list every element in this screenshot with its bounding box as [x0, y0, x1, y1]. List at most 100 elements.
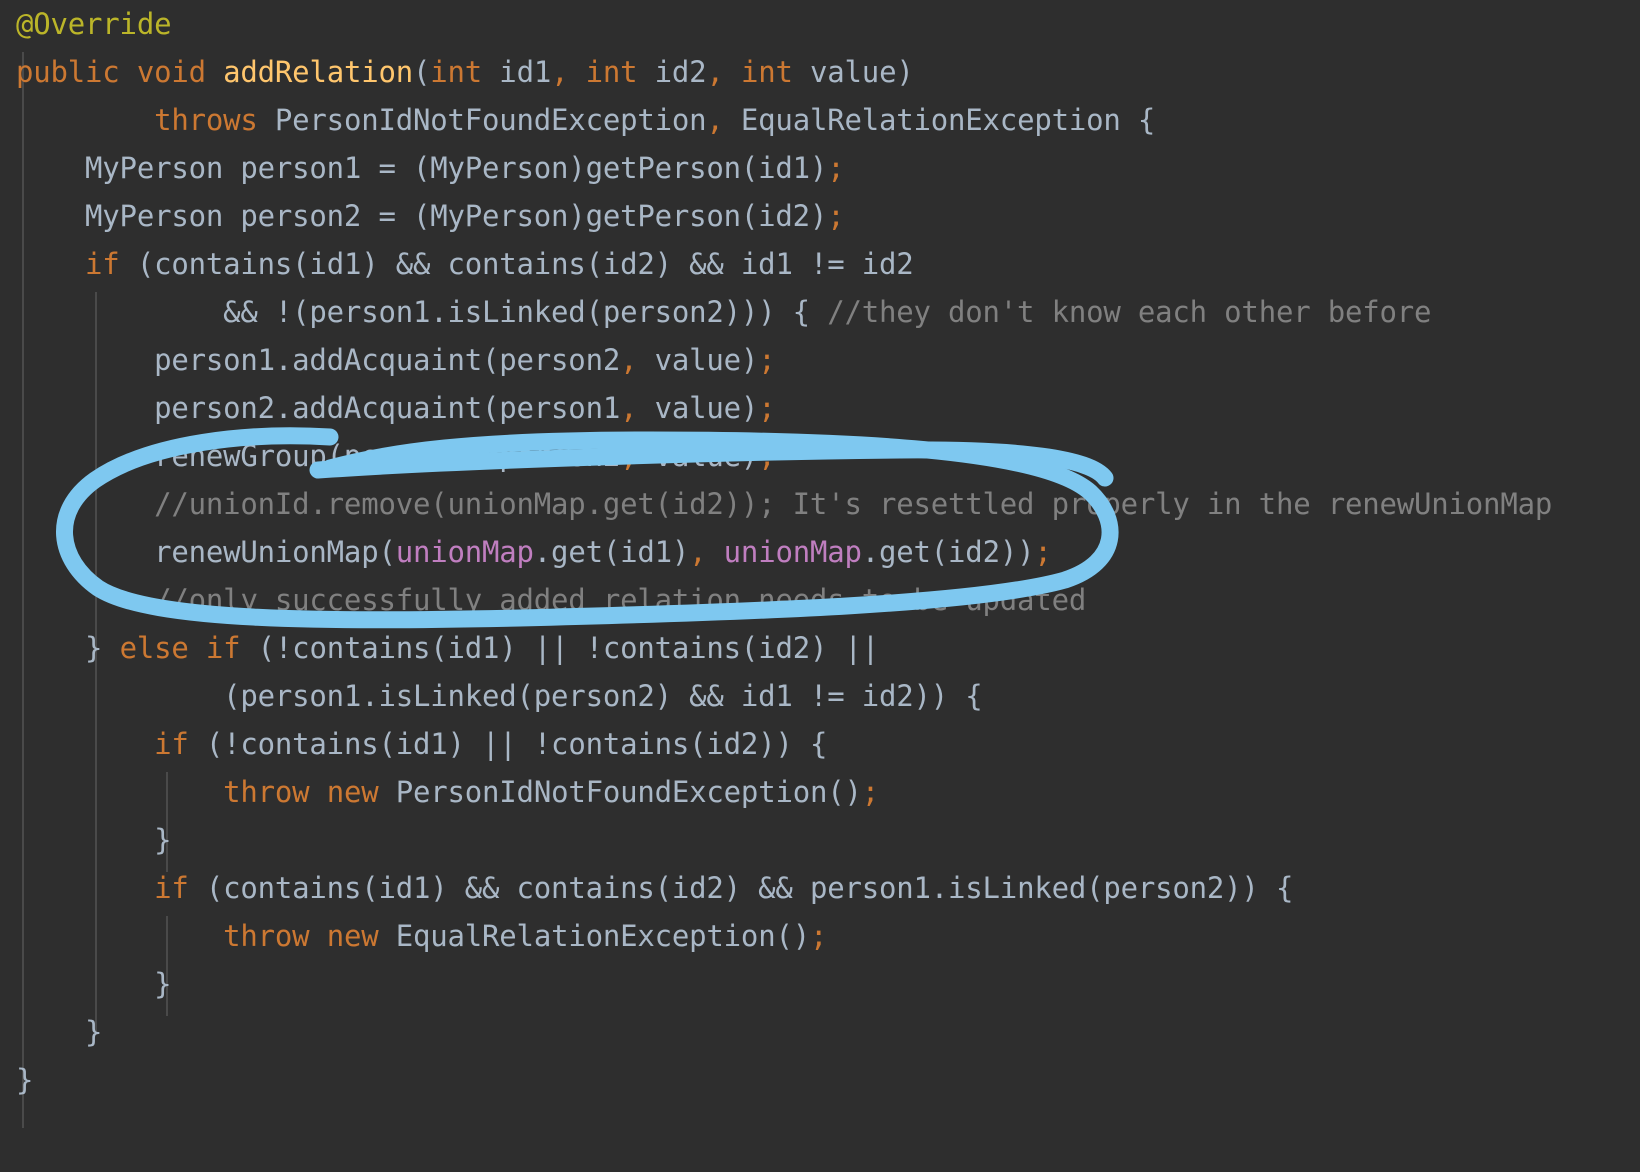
code-token: person2.addAcquaint(person1: [16, 391, 621, 425]
code-token: unionMap: [723, 535, 862, 569]
code-token: renewGroup(person1: [16, 439, 465, 473]
code-token: (contains(id1) && contains(id2) && perso…: [188, 871, 1294, 905]
code-token: //only successfully added relation needs…: [16, 583, 1087, 617]
code-line[interactable]: }: [0, 816, 1640, 864]
code-token: ;: [861, 775, 880, 809]
code-token: renewUnionMap(: [16, 535, 396, 569]
code-line[interactable]: if (contains(id1) && contains(id2) && pe…: [0, 864, 1640, 912]
code-token: if: [154, 871, 189, 905]
code-token: value): [792, 55, 914, 89]
code-line[interactable]: && !(person1.isLinked(person2))) { //the…: [0, 288, 1640, 336]
code-token: ,: [620, 439, 638, 473]
code-token: value): [637, 439, 759, 473]
code-token: //unionId.remove(unionMap.get(id2)); It'…: [16, 487, 1553, 521]
code-token: person2: [482, 439, 621, 473]
code-token: ,: [620, 343, 638, 377]
code-token: MyPerson person1 = (MyPerson)getPerson(i…: [16, 151, 828, 185]
code-line[interactable]: MyPerson person2 = (MyPerson)getPerson(i…: [0, 192, 1640, 240]
code-line[interactable]: if (contains(id1) && contains(id2) && id…: [0, 240, 1640, 288]
code-token: else: [119, 631, 189, 665]
code-token: EqualRelationException(): [378, 919, 810, 953]
code-token: public: [16, 55, 120, 89]
code-line[interactable]: person1.addAcquaint(person2, value);: [0, 336, 1640, 384]
code-token: (!contains(id1) || !contains(id2)) {: [188, 727, 828, 761]
code-token: MyPerson person2 = (MyPerson)getPerson(i…: [16, 199, 828, 233]
code-line[interactable]: renewUnionMap(unionMap.get(id1), unionMa…: [0, 528, 1640, 576]
code-text[interactable]: @Override public void addRelation(int id1…: [0, 0, 1640, 1172]
code-line[interactable]: if (!contains(id1) || !contains(id2)) {: [0, 720, 1640, 768]
code-token: int: [430, 55, 483, 89]
code-line[interactable]: } else if (!contains(id1) || !contains(i…: [0, 624, 1640, 672]
code-token: value): [637, 391, 759, 425]
code-token: throw: [223, 775, 310, 809]
code-token: ,: [689, 535, 707, 569]
code-editor[interactable]: @Override public void addRelation(int id1…: [0, 0, 1640, 1172]
code-token: PersonIdNotFoundException(): [378, 775, 862, 809]
code-line[interactable]: //only successfully added relation needs…: [0, 576, 1640, 624]
code-token: ;: [809, 919, 828, 953]
code-token: unionMap: [395, 535, 534, 569]
code-token: throws: [154, 103, 258, 137]
code-token: id2: [637, 55, 707, 89]
code-line[interactable]: }: [0, 1008, 1640, 1056]
code-token: }: [16, 1063, 34, 1097]
code-token: ;: [758, 439, 776, 473]
code-token: ,: [706, 55, 724, 89]
code-token: }: [16, 631, 120, 665]
code-line[interactable]: throw new EqualRelationException();: [0, 912, 1640, 960]
code-token: //they don't know each other before: [827, 295, 1432, 329]
code-token: ;: [758, 391, 776, 425]
code-token: (person1.isLinked(person2) && id1 != id2…: [16, 679, 983, 713]
code-token: id1: [482, 55, 552, 89]
code-line[interactable]: MyPerson person1 = (MyPerson)getPerson(i…: [0, 144, 1640, 192]
code-token: (: [413, 55, 431, 89]
code-token: .get(id1): [533, 535, 690, 569]
code-line[interactable]: //unionId.remove(unionMap.get(id2)); It'…: [0, 480, 1640, 528]
code-line[interactable]: public void addRelation(int id1, int id2…: [0, 48, 1640, 96]
code-token: ;: [1034, 535, 1052, 569]
code-line[interactable]: person2.addAcquaint(person1, value);: [0, 384, 1640, 432]
code-token: (!contains(id1) || !contains(id2) ||: [240, 631, 880, 665]
code-line[interactable]: throws PersonIdNotFoundException, EqualR…: [0, 96, 1640, 144]
code-token: int: [585, 55, 638, 89]
code-token: void: [136, 55, 206, 89]
code-token: int: [740, 55, 793, 89]
code-line[interactable]: renewGroup(person1, person2, value);: [0, 432, 1640, 480]
code-line[interactable]: }: [0, 1056, 1640, 1104]
code-token: ;: [827, 199, 845, 233]
code-token: if: [85, 247, 120, 281]
code-line[interactable]: (person1.isLinked(person2) && id1 != id2…: [0, 672, 1640, 720]
code-token: && !(person1.isLinked(person2))) {: [16, 295, 828, 329]
code-line[interactable]: @Override: [0, 0, 1640, 48]
code-token: ,: [620, 391, 638, 425]
code-token: ,: [706, 103, 724, 137]
code-token: ,: [551, 55, 569, 89]
code-token: PersonIdNotFoundException: [257, 103, 707, 137]
code-line[interactable]: throw new PersonIdNotFoundException();: [0, 768, 1640, 816]
code-token: if: [205, 631, 241, 665]
code-token: value): [637, 343, 759, 377]
code-line[interactable]: }: [0, 960, 1640, 1008]
code-token: ;: [827, 151, 845, 185]
code-token: throw: [223, 919, 310, 953]
code-token: .get(id2)): [861, 535, 1035, 569]
code-token: }: [16, 823, 172, 857]
code-token: new: [326, 775, 379, 809]
code-token: (contains(id1) && contains(id2) && id1 !…: [119, 247, 914, 281]
code-token: addRelation: [223, 55, 413, 89]
code-token: ,: [464, 439, 483, 473]
